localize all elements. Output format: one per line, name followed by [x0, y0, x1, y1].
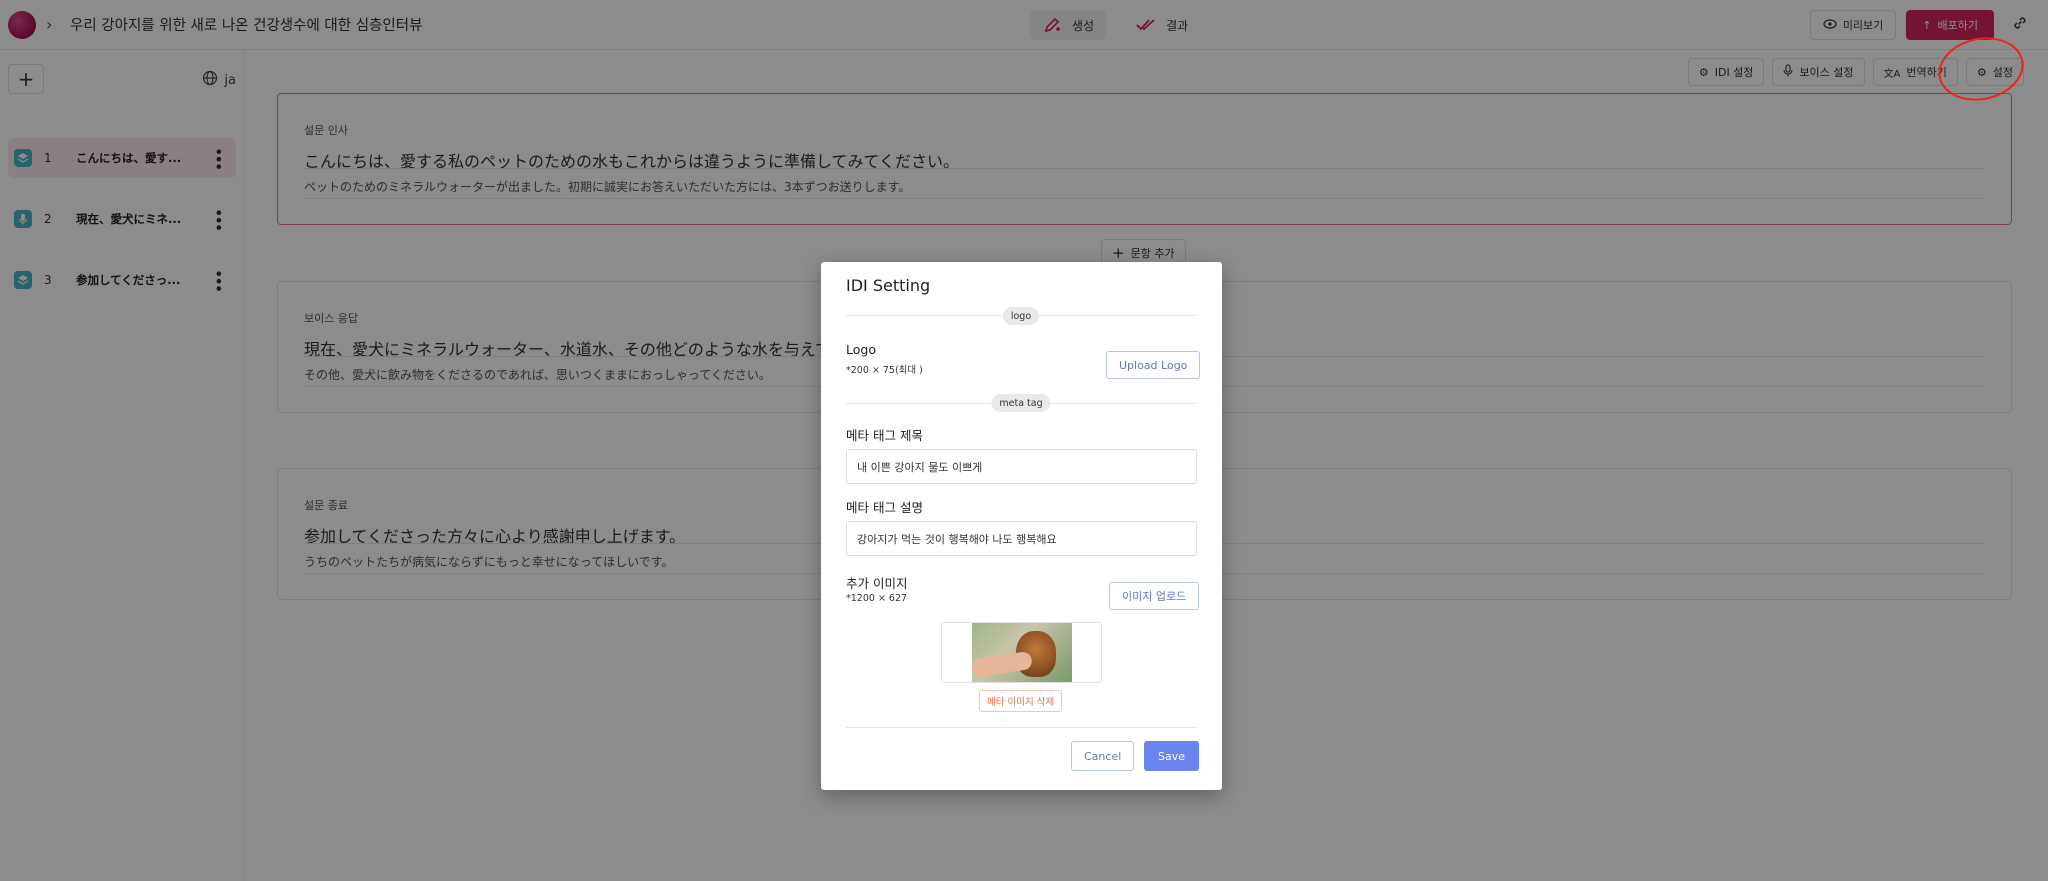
cancel-label: Cancel	[1084, 749, 1122, 763]
meta-title-label: 메타 태그 제목	[846, 428, 923, 443]
cancel-button[interactable]: Cancel	[1071, 741, 1135, 771]
section-pill-logo: logo	[1002, 307, 1040, 325]
meta-description-label: 메타 태그 설명	[846, 500, 923, 515]
logo-label: Logo	[846, 342, 876, 357]
upload-image-label: 이미지 업로드	[1122, 590, 1187, 603]
upload-logo-label: Upload Logo	[1119, 358, 1188, 372]
divider	[846, 727, 1197, 728]
extra-image-size-hint: *1200 × 627	[846, 593, 908, 604]
upload-image-button[interactable]: 이미지 업로드	[1109, 582, 1200, 610]
dialog-title: IDI Setting	[846, 276, 931, 295]
save-label: Save	[1158, 749, 1186, 763]
dog-photo	[971, 623, 1072, 682]
save-button[interactable]: Save	[1144, 741, 1200, 771]
meta-description-input[interactable]: 강아지가 먹는 것이 행복해야 나도 행복해요	[846, 521, 1197, 556]
delete-meta-image-button[interactable]: 메타 이미지 삭제	[979, 690, 1063, 712]
meta-image-preview	[941, 622, 1102, 683]
meta-title-input[interactable]: 내 이쁜 강아지 물도 이쁘게	[846, 449, 1197, 484]
delete-meta-image-label: 메타 이미지 삭제	[987, 697, 1055, 708]
section-pill-meta: meta tag	[991, 394, 1051, 412]
upload-logo-button[interactable]: Upload Logo	[1106, 351, 1201, 379]
logo-size-hint: *200 × 75(최대 )	[846, 365, 923, 376]
idi-setting-dialog: IDI Setting logo Logo *200 × 75(최대 ) Upl…	[821, 262, 1222, 790]
extra-image-label: 추가 이미지	[846, 576, 908, 591]
